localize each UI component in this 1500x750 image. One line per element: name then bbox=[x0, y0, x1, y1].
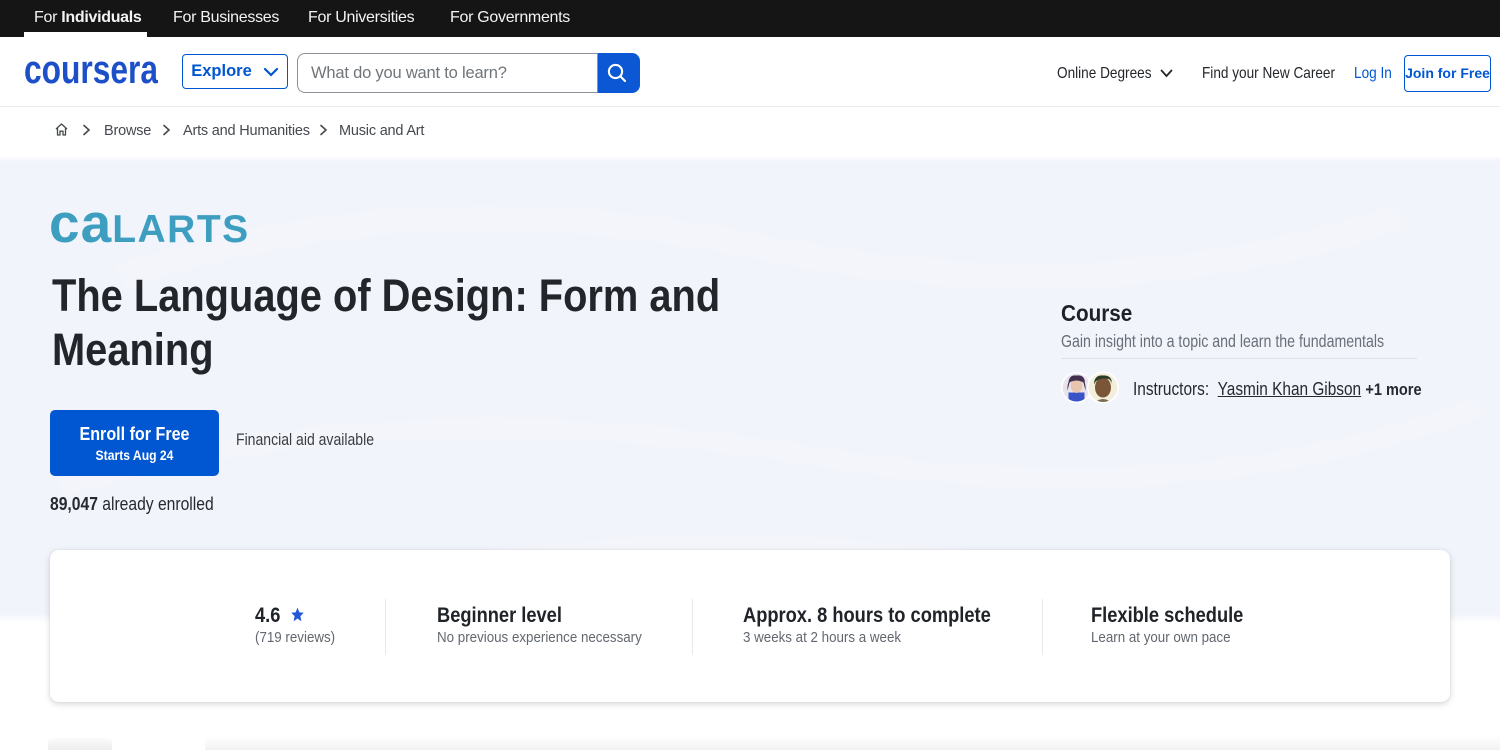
svg-text:coursera: coursera bbox=[24, 57, 158, 87]
